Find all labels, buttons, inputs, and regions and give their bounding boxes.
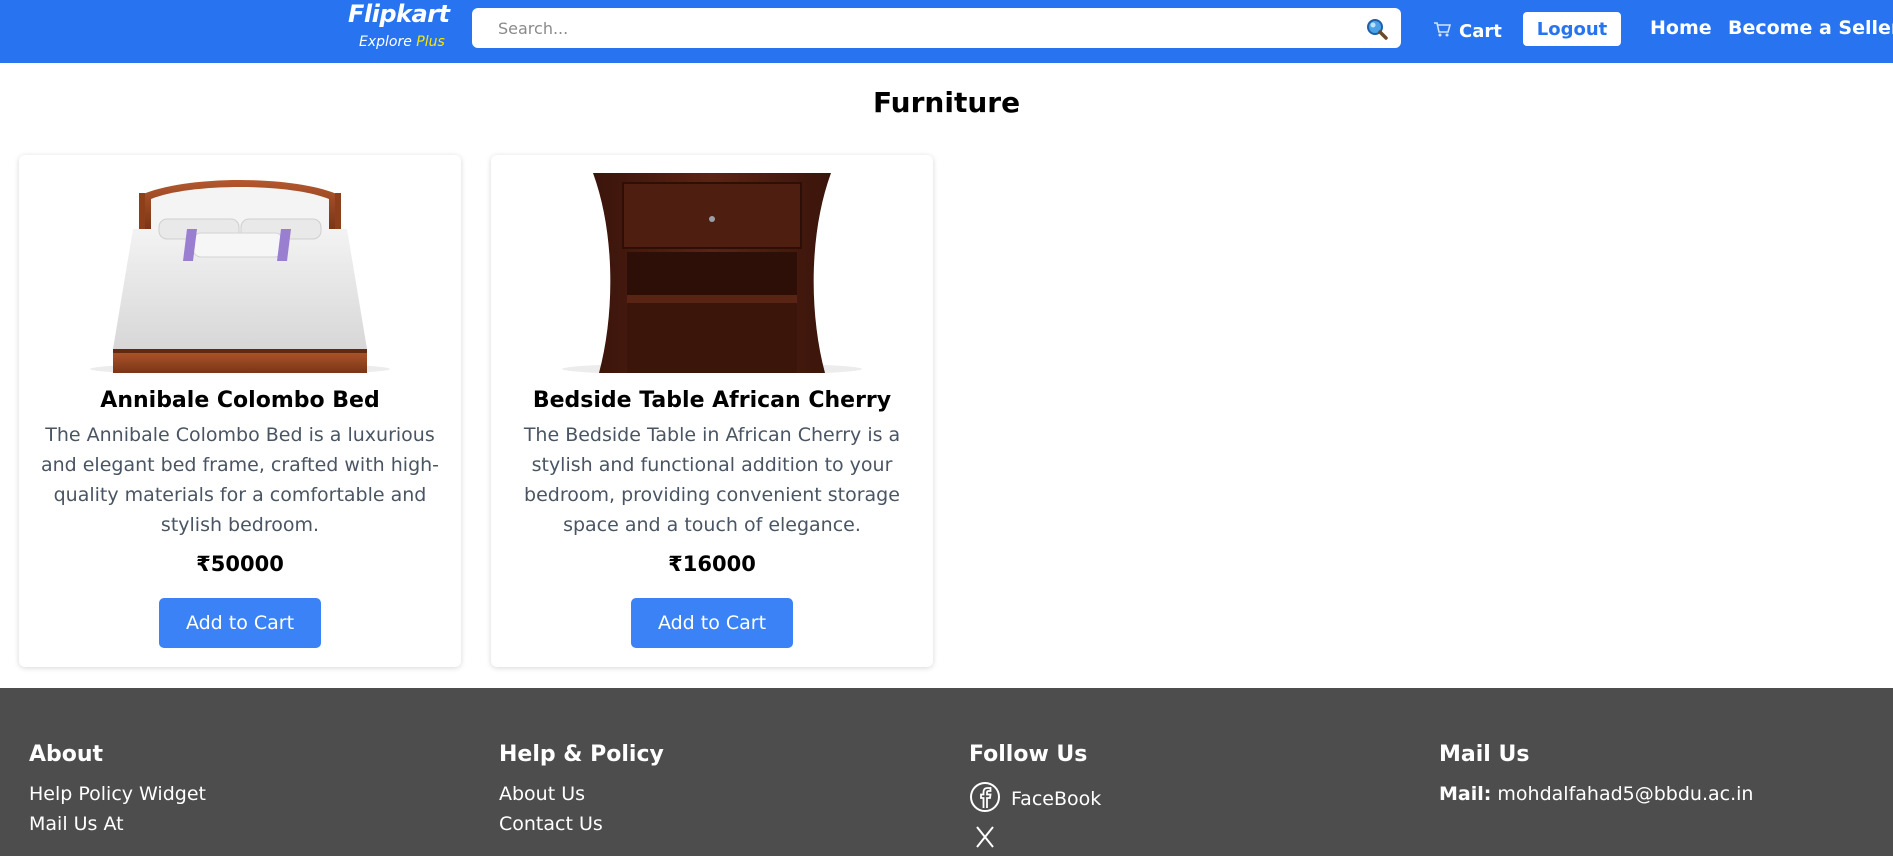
facebook-label: FaceBook <box>1011 788 1102 810</box>
product-description: The Bedside Table in African Cherry is a… <box>523 424 901 536</box>
logo-tagline: Explore Plus <box>359 34 445 50</box>
product-image-bed[interactable] <box>75 173 405 375</box>
footer-about-column: About Help Policy Widget Mail Us At <box>29 742 206 839</box>
search-bar <box>472 8 1401 48</box>
facebook-icon <box>969 781 1001 818</box>
footer-link-about-us[interactable]: About Us <box>499 779 664 809</box>
footer-link-help-policy-widget[interactable]: Help Policy Widget <box>29 779 206 809</box>
product-title[interactable]: Bedside Table African Cherry <box>491 388 933 413</box>
add-to-cart-button[interactable]: Add to Cart <box>631 598 793 648</box>
add-to-cart-button[interactable]: Add to Cart <box>159 598 321 648</box>
x-icon <box>969 821 1001 856</box>
product-description: The Annibale Colombo Bed is a luxurious … <box>40 424 440 536</box>
logo-tagline-plus: Plus <box>416 34 445 50</box>
footer-about-heading: About <box>29 742 104 767</box>
cart-label: Cart <box>1459 20 1502 42</box>
footer-mail-line: Mail: mohdalfahad5@bbdu.ac.in <box>1439 779 1753 809</box>
product-card: Bedside Table African Cherry The Bedside… <box>491 155 933 667</box>
footer-mail-address[interactable]: mohdalfahad5@bbdu.ac.in <box>1497 783 1753 805</box>
footer-help-column: Help & Policy About Us Contact Us <box>499 742 664 839</box>
facebook-link[interactable]: FaceBook <box>969 779 1101 819</box>
page-title: Furniture <box>872 86 1021 119</box>
cart-icon <box>1433 21 1452 42</box>
logo-name: Flipkart <box>348 0 450 28</box>
footer: About Help Policy Widget Mail Us At Help… <box>0 688 1893 856</box>
footer-link-mail-us-at[interactable]: Mail Us At <box>29 809 206 839</box>
footer-link-contact-us[interactable]: Contact Us <box>499 809 664 839</box>
footer-mail-heading: Mail Us <box>1439 742 1530 767</box>
search-input[interactable] <box>472 8 1352 48</box>
product-price: ₹16000 <box>668 552 756 576</box>
x-link[interactable] <box>969 819 1101 856</box>
cart-link[interactable]: Cart <box>1433 19 1502 43</box>
product-title[interactable]: Annibale Colombo Bed <box>19 388 461 413</box>
flipkart-logo[interactable]: Flipkart Explore Plus <box>348 0 450 56</box>
logout-button[interactable]: Logout <box>1523 12 1621 46</box>
search-icon[interactable] <box>1365 17 1389 41</box>
footer-mail-column: Mail Us Mail: mohdalfahad5@bbdu.ac.in <box>1439 742 1753 809</box>
top-nav-bar: Flipkart Explore Plus Cart Logout Home B… <box>0 0 1893 63</box>
footer-mail-label: Mail: <box>1439 783 1492 805</box>
footer-help-heading: Help & Policy <box>499 742 664 767</box>
footer-follow-column: Follow Us FaceBook <box>969 742 1101 856</box>
product-image-bedside-table[interactable] <box>547 173 877 375</box>
footer-follow-heading: Follow Us <box>969 742 1088 767</box>
product-card: Annibale Colombo Bed The Annibale Colomb… <box>19 155 461 667</box>
logo-tagline-prefix: Explore <box>359 34 412 50</box>
home-link[interactable]: Home <box>1650 17 1712 39</box>
become-seller-link[interactable]: Become a Seller <box>1728 17 1893 39</box>
product-price: ₹50000 <box>196 552 284 576</box>
